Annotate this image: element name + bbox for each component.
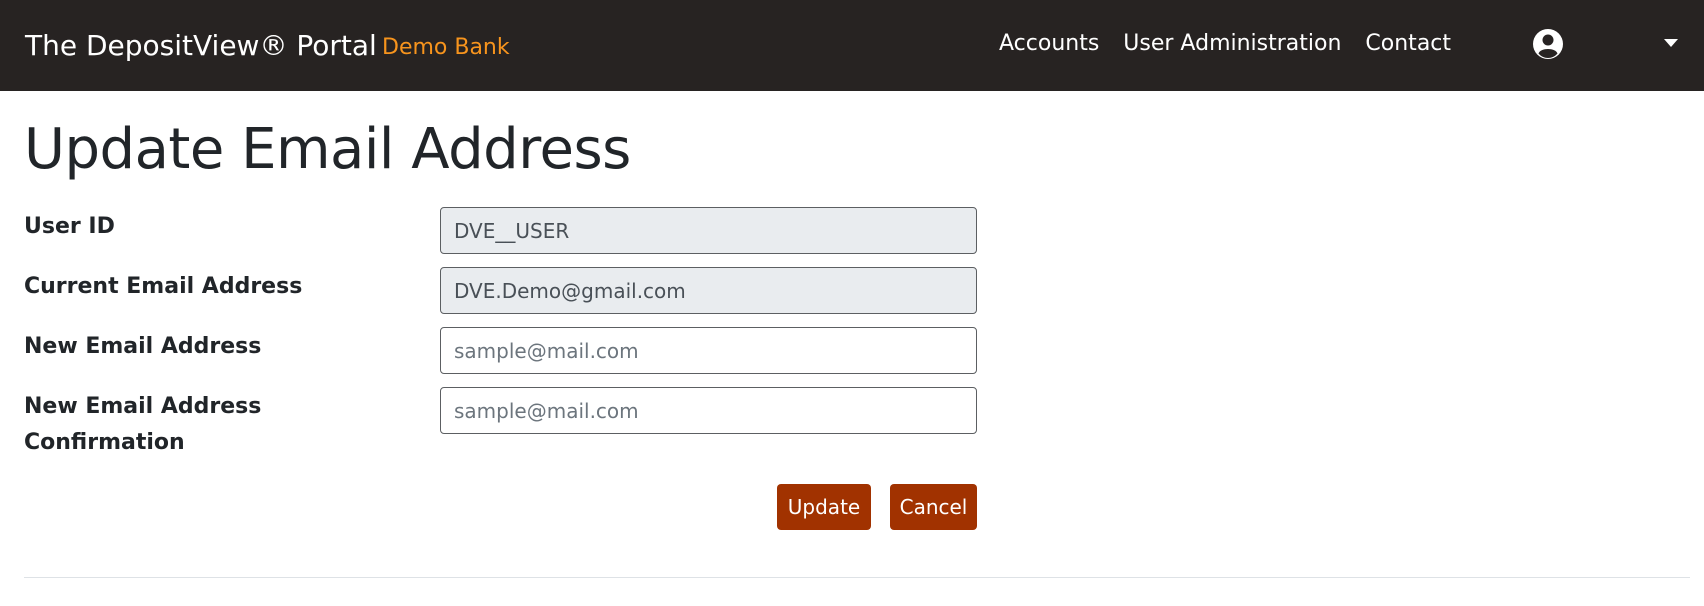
brand-title[interactable]: The DepositView® Portal bbox=[25, 28, 377, 64]
nav-link-user-administration[interactable]: User Administration bbox=[1123, 29, 1341, 59]
user-id-label: User ID bbox=[24, 214, 115, 239]
page-title: Update Email Address bbox=[24, 117, 631, 182]
bank-name: Demo Bank bbox=[382, 35, 510, 60]
user-id-field[interactable] bbox=[440, 207, 977, 254]
top-navbar: The DepositView® Portal Demo Bank Accoun… bbox=[0, 0, 1704, 91]
confirm-email-label: New Email Address Confirmation bbox=[24, 389, 404, 461]
confirm-email-label-line1: New Email Address bbox=[24, 394, 262, 419]
cancel-button[interactable]: Cancel bbox=[890, 484, 977, 530]
nav-links: Accounts User Administration Contact bbox=[999, 29, 1451, 59]
current-email-field[interactable] bbox=[440, 267, 977, 314]
confirm-email-label-line2: Confirmation bbox=[24, 430, 185, 455]
update-button[interactable]: Update bbox=[777, 484, 871, 530]
nav-link-contact[interactable]: Contact bbox=[1365, 29, 1451, 59]
nav-link-accounts[interactable]: Accounts bbox=[999, 29, 1099, 59]
user-circle-icon bbox=[1533, 29, 1563, 59]
new-email-input[interactable] bbox=[440, 327, 977, 374]
caret-down-icon bbox=[1664, 39, 1678, 47]
current-email-label: Current Email Address bbox=[24, 274, 303, 299]
user-menu-dropdown[interactable] bbox=[1530, 26, 1690, 62]
confirm-email-input[interactable] bbox=[440, 387, 977, 434]
footer-divider bbox=[24, 577, 1690, 578]
new-email-label: New Email Address bbox=[24, 334, 262, 359]
